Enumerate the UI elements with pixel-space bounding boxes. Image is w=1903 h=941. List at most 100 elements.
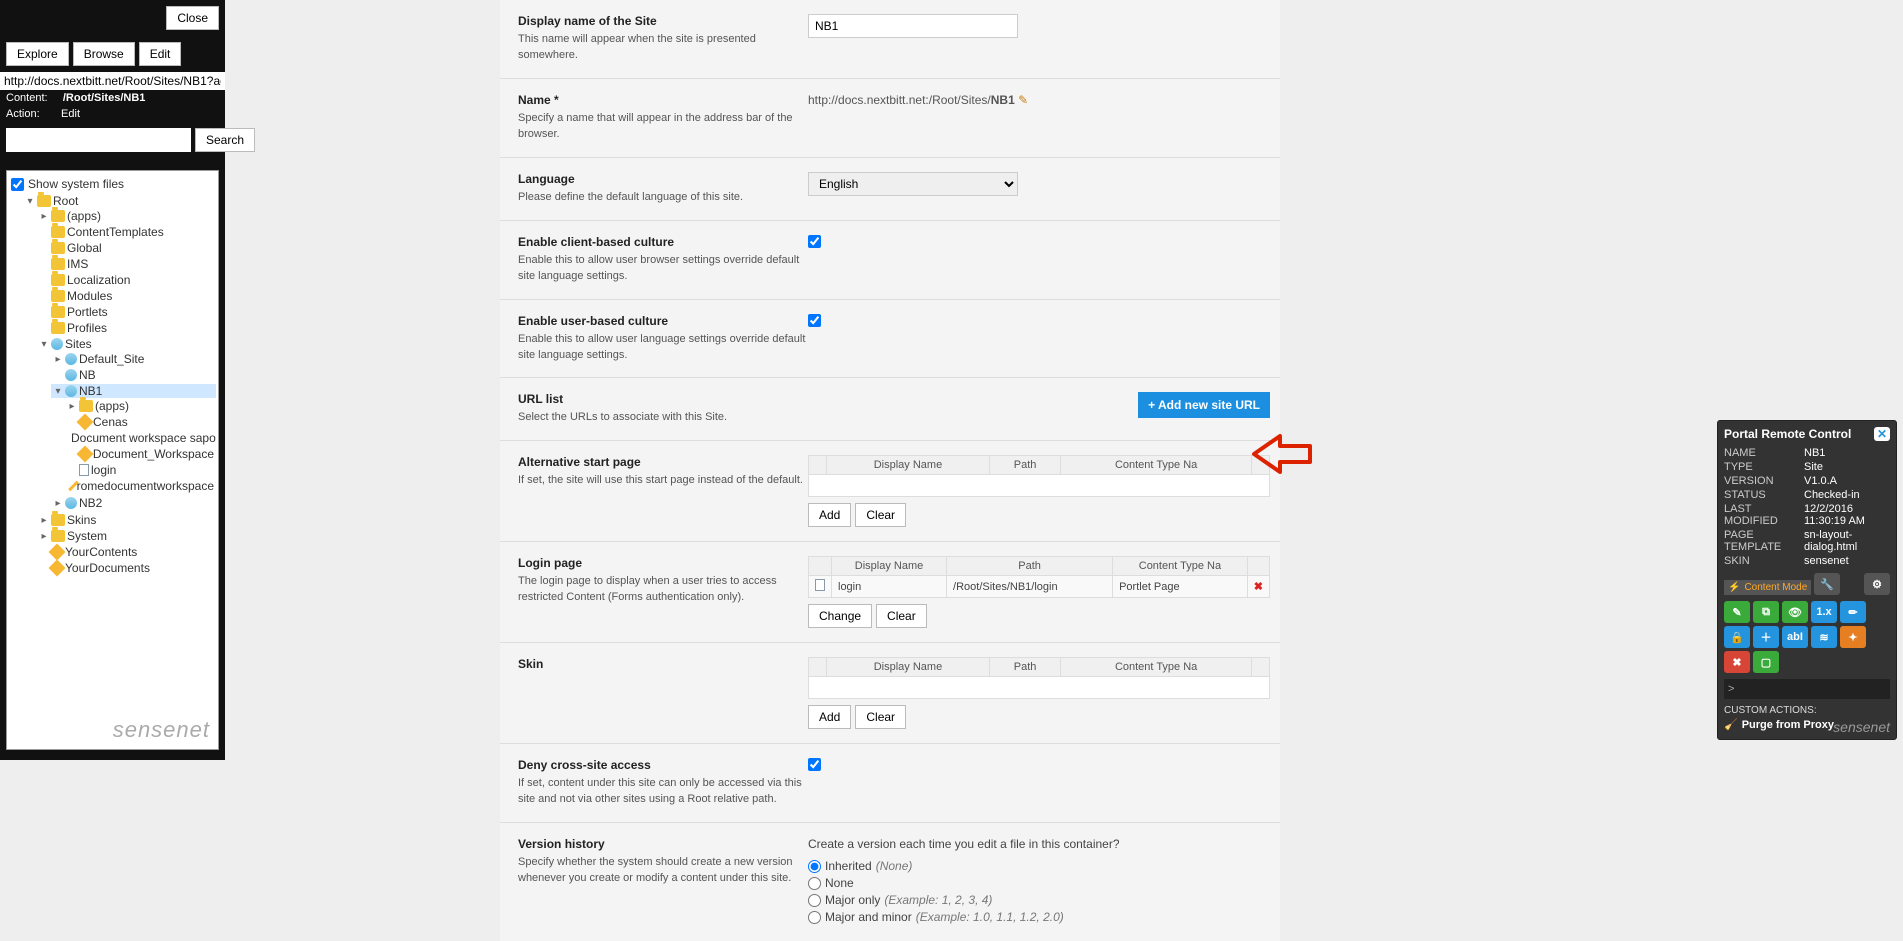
version-icon[interactable]: 1.x <box>1811 601 1837 623</box>
version-majorminor-radio[interactable] <box>808 911 821 924</box>
tree-node[interactable]: ▸System <box>37 529 216 543</box>
version-help: Specify whether the system should create… <box>518 855 808 887</box>
version-inherited-radio[interactable] <box>808 860 821 873</box>
tree-node[interactable]: login <box>65 463 216 477</box>
client-culture-help: Enable this to allow user browser settin… <box>518 253 808 285</box>
workspace-icon <box>76 446 93 463</box>
workspace-icon <box>77 414 94 431</box>
plus-icon[interactable]: ＋ <box>1753 626 1779 648</box>
tree-node[interactable]: Global <box>37 241 216 255</box>
version-major-radio[interactable] <box>808 894 821 907</box>
deny-checkbox[interactable] <box>808 758 821 771</box>
annotation-arrow-icon <box>1252 430 1312 478</box>
skin-label: Skin <box>518 657 808 671</box>
content-path: /Root/Sites/NB1 <box>63 92 146 104</box>
globe-icon <box>65 385 77 397</box>
tree-node[interactable]: Document workspace sapo <box>65 431 216 445</box>
remove-icon[interactable]: ✖ <box>1254 581 1263 593</box>
tree-node[interactable]: ▸Skins <box>37 513 216 527</box>
url-input[interactable] <box>0 72 225 90</box>
search-button[interactable]: Search <box>195 128 255 152</box>
tree-node[interactable]: NB <box>51 368 216 382</box>
tree-node[interactable]: IMS <box>37 257 216 271</box>
explore-tab[interactable]: Explore <box>6 42 69 66</box>
wrench-icon[interactable]: 🔧 <box>1814 573 1840 595</box>
tree-node[interactable]: ▸Default_Site <box>51 352 216 366</box>
close-button[interactable]: Close <box>166 6 219 30</box>
copy-icon[interactable]: ⧉ <box>1753 601 1779 623</box>
tree-node[interactable]: romedocumentworkspace <box>65 479 216 493</box>
sensenet-logo: sensenet <box>113 717 210 743</box>
page-icon <box>815 579 825 591</box>
login-clear-button[interactable]: Clear <box>876 604 927 628</box>
language-select[interactable]: English <box>808 172 1018 196</box>
stream-icon[interactable]: ≋ <box>1811 626 1837 648</box>
folder-icon <box>51 242 65 254</box>
tree-root[interactable]: ▾Root <box>23 194 216 208</box>
skin-add-button[interactable]: Add <box>808 705 851 729</box>
tree-node[interactable]: YourContents <box>37 545 216 559</box>
tree-pane: Show system files ▾Root ▸(apps) ContentT… <box>6 170 219 750</box>
tree-node[interactable]: Document_Workspace <box>65 447 216 461</box>
login-page-label: Login page <box>518 556 808 570</box>
tree-node[interactable]: Modules <box>37 289 216 303</box>
tree-node[interactable]: YourDocuments <box>37 561 216 575</box>
browse-tab[interactable]: Browse <box>73 42 135 66</box>
search-input[interactable] <box>6 128 191 152</box>
config-icon[interactable]: ⚙ <box>1864 573 1890 595</box>
close-icon[interactable]: ✕ <box>1874 427 1890 441</box>
edit-icon[interactable]: ✎ <box>1724 601 1750 623</box>
package-icon[interactable]: ▢ <box>1753 651 1779 673</box>
lock-icon[interactable]: 🔒 <box>1724 626 1750 648</box>
edit-tab[interactable]: Edit <box>139 42 182 66</box>
pencil-icon[interactable]: ✎ <box>1018 93 1028 107</box>
view-icon[interactable]: 👁 <box>1782 601 1808 623</box>
alt-start-help: If set, the site will use this start pag… <box>518 473 808 489</box>
tree-node[interactable]: ▸(apps) <box>37 209 216 223</box>
display-name-input[interactable] <box>808 14 1018 38</box>
tree-node[interactable]: ContentTemplates <box>37 225 216 239</box>
client-culture-checkbox[interactable] <box>808 235 821 248</box>
login-page-table: Display NamePathContent Type Na login /R… <box>808 556 1270 598</box>
tree-node[interactable]: ▸(apps) <box>65 399 216 413</box>
name-help: Specify a name that will appear in the a… <box>518 111 808 143</box>
folder-icon <box>51 226 65 238</box>
add-site-url-button[interactable]: + Add new site URL <box>1138 392 1270 418</box>
broom-icon: 🧹 <box>1724 718 1738 731</box>
content-mode-button[interactable]: ⚡ Content Mode <box>1724 580 1811 595</box>
url-list-help: Select the URLs to associate with this S… <box>518 410 808 426</box>
user-culture-checkbox[interactable] <box>808 314 821 327</box>
alt-start-clear-button[interactable]: Clear <box>855 503 906 527</box>
display-name-label: Display name of the Site <box>518 14 808 28</box>
delete-icon[interactable]: ✖ <box>1724 651 1750 673</box>
rename-icon[interactable]: abI <box>1782 626 1808 648</box>
name-label: Name * <box>518 93 808 107</box>
page-icon <box>79 464 89 476</box>
site-edit-form: Display name of the SiteThis name will a… <box>500 0 1280 941</box>
globe-icon <box>65 353 77 365</box>
tree-nb1[interactable]: ▾NB1 <box>51 384 216 398</box>
command-input[interactable]: > <box>1724 679 1890 699</box>
pen-icon[interactable]: ✏ <box>1840 601 1866 623</box>
tree-node[interactable]: Localization <box>37 273 216 287</box>
alt-start-table: Display NamePathContent Type Na <box>808 455 1270 497</box>
skin-clear-button[interactable]: Clear <box>855 705 906 729</box>
globe-icon <box>65 369 77 381</box>
tree-node[interactable]: Profiles <box>37 321 216 335</box>
show-system-label: Show system files <box>28 177 124 191</box>
workspace-icon <box>49 544 66 561</box>
alt-start-add-button[interactable]: Add <box>808 503 851 527</box>
version-none-radio[interactable] <box>808 877 821 890</box>
tree-node[interactable]: Portlets <box>37 305 216 319</box>
tree-sites[interactable]: ▾Sites <box>37 337 216 351</box>
url-prefix: http://docs.nextbitt.net:/Root/Sites/ <box>808 93 991 107</box>
url-name-value: NB1 <box>991 93 1015 107</box>
folder-icon <box>51 306 65 318</box>
tree-node[interactable]: ▸NB2 <box>51 496 216 510</box>
login-change-button[interactable]: Change <box>808 604 872 628</box>
tree-node[interactable]: Cenas <box>65 415 216 429</box>
folder-icon <box>51 210 65 222</box>
fire-icon[interactable]: ✦ <box>1840 626 1866 648</box>
show-system-checkbox[interactable] <box>11 178 24 191</box>
login-page-help: The login page to display when a user tr… <box>518 574 808 606</box>
